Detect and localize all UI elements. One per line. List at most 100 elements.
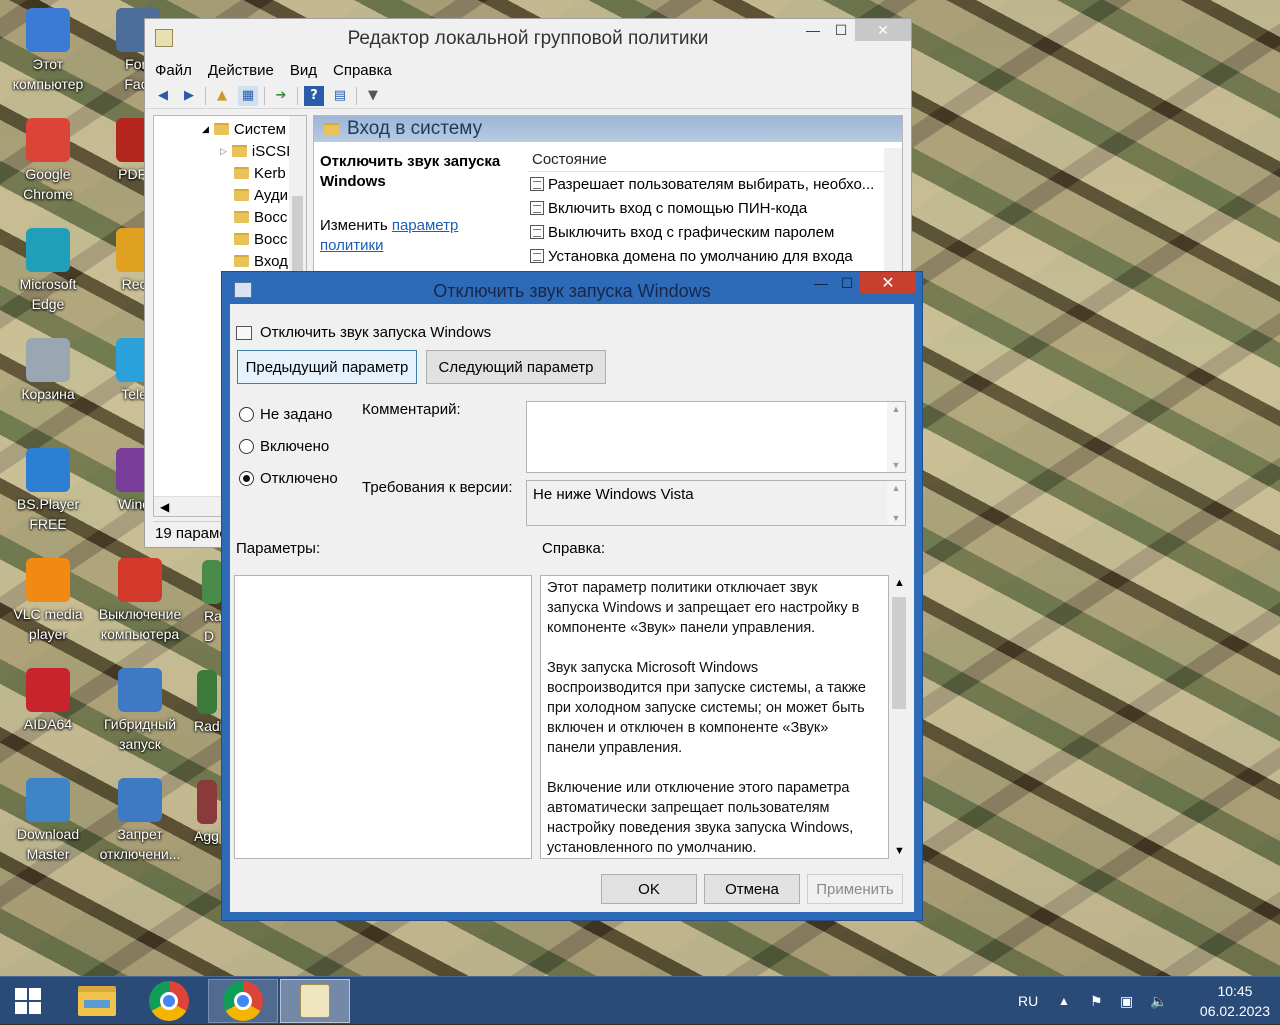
- toolbar-divider: [264, 86, 265, 105]
- forward-arrow-icon[interactable]: ▶: [179, 86, 199, 106]
- desktop-icon-label: VLC media player: [13, 606, 83, 642]
- desktop-icon[interactable]: Запрет отключени...: [92, 778, 188, 864]
- previous-setting-button[interactable]: Предыдущий параметр: [237, 350, 417, 384]
- desktop-icon[interactable]: Download Master: [0, 778, 96, 864]
- version-scrollbar[interactable]: ▲ ▼: [887, 481, 905, 525]
- clock[interactable]: 10:45 06.02.2023: [1200, 981, 1270, 1021]
- dialog-maximize-button[interactable]: ☐: [834, 272, 860, 294]
- radio-circle: [239, 439, 254, 454]
- action-center-flag-icon[interactable]: ⚑: [1090, 977, 1103, 1025]
- desktop-icon-label: Гибридный запуск: [103, 716, 177, 752]
- help-scrollbar[interactable]: ▲ ▼: [890, 575, 908, 859]
- desktop-icon-label: Download Master: [16, 826, 80, 862]
- scroll-left-icon[interactable]: ◀: [160, 500, 169, 514]
- desktop-icon[interactable]: Microsoft Edge: [0, 228, 96, 314]
- taskbar-gpedit[interactable]: [280, 979, 350, 1023]
- radio-disabled[interactable]: Отключено: [239, 470, 338, 487]
- gpedit-titlebar[interactable]: Редактор локальной групповой политики — …: [145, 19, 911, 57]
- show-hidden-icons-icon[interactable]: ▲: [1058, 977, 1070, 1025]
- properties-icon[interactable]: ▤: [330, 86, 350, 106]
- back-arrow-icon[interactable]: ◀: [153, 86, 173, 106]
- dialog-minimize-button[interactable]: —: [808, 272, 834, 294]
- file-explorer-icon: [78, 986, 116, 1016]
- tree-item[interactable]: Kerb: [234, 162, 286, 184]
- filter-icon[interactable]: ▼: [363, 86, 383, 106]
- desktop-icon[interactable]: AIDA64: [0, 668, 96, 734]
- taskbar-chrome[interactable]: [134, 979, 204, 1023]
- clock-time: 10:45: [1217, 983, 1253, 999]
- dialog-close-button[interactable]: ✕: [860, 272, 916, 294]
- tree-item[interactable]: ▷ iSCSI: [220, 140, 290, 162]
- clock-date: 06.02.2023: [1199, 1003, 1270, 1019]
- folder-icon: [234, 211, 249, 223]
- help-icon[interactable]: ?: [304, 85, 324, 106]
- desktop-icon[interactable]: BS.Player FREE: [0, 448, 96, 534]
- tree-item[interactable]: Восс: [234, 206, 287, 228]
- tree-item[interactable]: ◢ Систем: [202, 118, 286, 140]
- cancel-button[interactable]: Отмена: [704, 874, 800, 904]
- version-label: Требования к версии:: [362, 479, 513, 496]
- desktop-icon-label: Корзина: [21, 386, 75, 402]
- ok-button[interactable]: OK: [601, 874, 697, 904]
- taskbar-explorer[interactable]: [62, 979, 132, 1023]
- vlc-icon: [26, 558, 70, 602]
- desktop-icon-label: BS.Player FREE: [16, 496, 80, 532]
- dialog-titlebar[interactable]: Отключить звук запуска Windows — ☐ ✕: [222, 272, 922, 304]
- volume-icon[interactable]: 🔈: [1150, 977, 1167, 1025]
- show-hide-tree-icon[interactable]: ▦: [238, 85, 258, 106]
- dialog-subtitle: Отключить звук запуска Windows: [236, 324, 491, 341]
- menu-view[interactable]: Вид: [290, 62, 317, 79]
- minimize-button[interactable]: —: [799, 19, 827, 41]
- apply-button[interactable]: Применить: [807, 874, 903, 904]
- menu-help[interactable]: Справка: [333, 62, 392, 79]
- aida64-icon: [26, 668, 70, 712]
- radio-enabled[interactable]: Включено: [239, 438, 329, 455]
- desktop-icon[interactable]: Корзина: [0, 338, 96, 404]
- desktop-icon[interactable]: Выключение компьютера: [92, 558, 188, 644]
- policy-heading: Отключить звук запуска Windows: [320, 153, 501, 190]
- desktop-icon-partial[interactable]: Agg: [190, 780, 224, 846]
- menu-action[interactable]: Действие: [208, 62, 274, 79]
- desktop-icon[interactable]: Гибридный запуск: [92, 668, 188, 754]
- help-scroll-thumb[interactable]: [892, 597, 906, 709]
- desktop-icon[interactable]: VLC media player: [0, 558, 96, 644]
- radio-circle-checked: [239, 471, 254, 486]
- list-column-header[interactable]: Состояние: [528, 148, 902, 172]
- list-item[interactable]: Установка домена по умолчанию для входа: [528, 244, 902, 268]
- export-list-icon[interactable]: ➔: [271, 86, 291, 106]
- comment-field[interactable]: ▲ ▼: [526, 401, 906, 473]
- comment-scrollbar[interactable]: ▲ ▼: [887, 402, 905, 472]
- next-setting-button[interactable]: Следующий параметр: [426, 350, 606, 384]
- desktop-icon-label: Выключение компьютера: [98, 606, 182, 642]
- tree-item[interactable]: Ауди: [234, 184, 288, 206]
- policy-dialog: Отключить звук запуска Windows — ☐ ✕ Отк…: [221, 271, 923, 921]
- language-indicator[interactable]: RU: [1018, 977, 1038, 1025]
- radio-not-configured[interactable]: Не задано: [239, 406, 332, 423]
- tree-item[interactable]: Восс: [234, 228, 287, 250]
- menu-file[interactable]: Файл: [155, 62, 192, 79]
- start-button[interactable]: [0, 979, 56, 1023]
- desktop-icon-label: Google Chrome: [23, 166, 73, 202]
- desktop-icon-label: AIDA64: [23, 716, 73, 732]
- folder-icon: [324, 123, 339, 135]
- scroll-up-icon[interactable]: ▲: [894, 577, 905, 589]
- desktop-icon[interactable]: Google Chrome: [0, 118, 96, 204]
- toolbar: ◀ ▶ ▲ ▦ ➔ ? ▤ ▼: [145, 83, 911, 109]
- up-folder-icon[interactable]: ▲: [212, 86, 232, 106]
- taskbar-chrome-running[interactable]: [208, 979, 278, 1023]
- close-button[interactable]: ✕: [855, 19, 911, 41]
- chrome-icon: [26, 118, 70, 162]
- tree-item-selected[interactable]: Вход: [234, 250, 288, 272]
- help-paragraph: Звук запуска Microsoft Windows воспроизв…: [547, 660, 866, 756]
- desktop-icon-partial[interactable]: Radi: [190, 670, 224, 736]
- scroll-down-icon[interactable]: ▼: [894, 845, 905, 857]
- list-item[interactable]: Выключить вход с графическим паролем: [528, 220, 902, 244]
- network-icon[interactable]: ▣: [1120, 977, 1133, 1025]
- list-item[interactable]: Включить вход с помощью ПИН-кода: [528, 196, 902, 220]
- list-item[interactable]: Разрешает пользователям выбирать, необхо…: [528, 172, 902, 196]
- folder-icon: [231, 145, 247, 157]
- maximize-button[interactable]: ☐: [827, 19, 855, 41]
- menu-bar: Файл Действие Вид Справка: [145, 57, 911, 83]
- desktop-icon[interactable]: Этот компьютер: [0, 8, 96, 94]
- policy-description: Отключить звук запуска Windows Изменить …: [320, 152, 506, 256]
